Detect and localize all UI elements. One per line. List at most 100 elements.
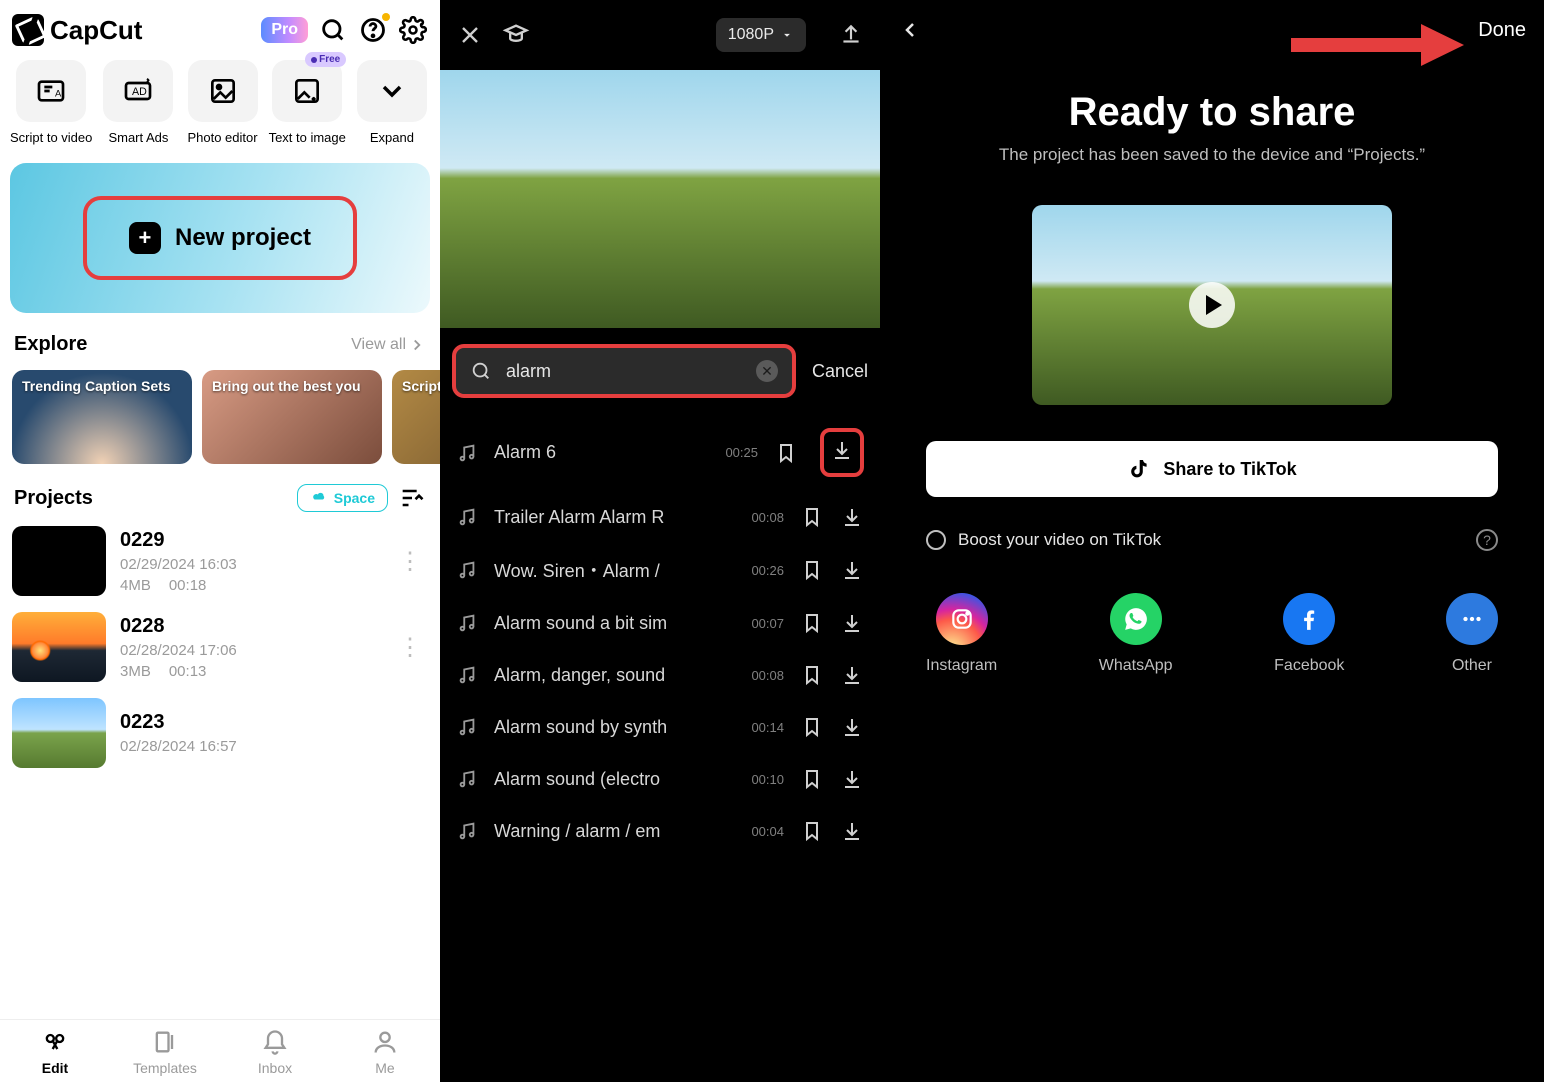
download-icon[interactable]: [840, 663, 864, 687]
explore-card[interactable]: Script: [392, 370, 440, 464]
search-icon[interactable]: [318, 15, 348, 45]
tutorial-icon[interactable]: [502, 21, 530, 49]
projects-title: Projects: [14, 487, 93, 510]
share-instagram[interactable]: Instagram: [926, 593, 997, 675]
download-icon[interactable]: [830, 438, 854, 462]
explore-row[interactable]: Trending Caption Sets Bring out the best…: [0, 362, 440, 472]
boost-toggle[interactable]: Boost your video on TikTok ?: [880, 513, 1544, 567]
capcut-logo: CapCut: [12, 14, 142, 46]
explore-card[interactable]: Trending Caption Sets: [12, 370, 192, 464]
app-name: CapCut: [50, 15, 142, 46]
share-tiktok-button[interactable]: Share to TikTok: [926, 441, 1498, 497]
resolution-button[interactable]: 1080P: [716, 18, 806, 52]
track-name: Alarm, danger, sound: [494, 665, 728, 686]
explore-card[interactable]: Bring out the best you: [202, 370, 382, 464]
tab-inbox[interactable]: Inbox: [220, 1028, 330, 1076]
bookmark-icon[interactable]: [800, 767, 824, 791]
done-button[interactable]: Done: [1478, 19, 1526, 42]
view-all-link[interactable]: View all: [351, 336, 426, 354]
sort-icon[interactable]: [398, 484, 426, 512]
project-thumb: [12, 612, 106, 682]
tool-smart-ads[interactable]: AD Smart Ads: [100, 60, 176, 145]
play-icon[interactable]: [1189, 282, 1235, 328]
download-icon[interactable]: [840, 611, 864, 635]
bookmark-icon[interactable]: [800, 505, 824, 529]
tool-expand[interactable]: Expand: [354, 60, 430, 145]
bookmark-icon[interactable]: [800, 611, 824, 635]
capcut-home-panel: CapCut Pro AI Script to video AD Smart A…: [0, 0, 440, 1082]
share-preview[interactable]: [1032, 205, 1392, 405]
close-icon[interactable]: [456, 21, 484, 49]
track-row[interactable]: Warning / alarm / em 00:04: [440, 805, 880, 857]
back-icon[interactable]: [898, 18, 922, 42]
track-duration: 00:10: [744, 772, 784, 787]
music-icon: [456, 506, 478, 528]
gear-icon[interactable]: [398, 15, 428, 45]
pro-badge[interactable]: Pro: [261, 17, 308, 43]
bookmark-icon[interactable]: [800, 558, 824, 582]
track-row[interactable]: Alarm sound a bit sim00:07: [440, 597, 880, 649]
editor-header: 1080P: [440, 0, 880, 70]
download-icon[interactable]: [840, 558, 864, 582]
bookmark-icon[interactable]: [800, 715, 824, 739]
bookmark-icon[interactable]: [800, 819, 824, 843]
tab-templates[interactable]: Templates: [110, 1028, 220, 1076]
download-icon[interactable]: [840, 505, 864, 529]
track-row[interactable]: Trailer Alarm Alarm R 00:08: [440, 491, 880, 543]
tool-strip: AI Script to video AD Smart Ads Photo ed…: [0, 54, 440, 149]
share-other[interactable]: Other: [1446, 593, 1498, 675]
ready-title: Ready to share: [880, 90, 1544, 135]
video-preview[interactable]: [440, 70, 880, 328]
bookmark-icon[interactable]: [800, 663, 824, 687]
clear-icon[interactable]: ✕: [756, 360, 778, 382]
home-header: CapCut Pro: [0, 0, 440, 54]
track-row[interactable]: Alarm sound by synth00:14: [440, 701, 880, 753]
annotation-arrow: [1286, 18, 1466, 77]
track-row[interactable]: Alarm, danger, sound 00:08: [440, 649, 880, 701]
download-icon[interactable]: [840, 715, 864, 739]
new-project-highlight: + New project: [83, 196, 357, 280]
search-input-highlight: alarm ✕: [452, 344, 796, 398]
track-name: Trailer Alarm Alarm R: [494, 507, 728, 528]
track-duration: 00:07: [744, 616, 784, 631]
project-row[interactable]: 0223 02/28/2024 16:57: [12, 690, 428, 776]
tabbar: Edit Templates Inbox Me: [0, 1019, 440, 1082]
kebab-icon[interactable]: ⋮: [392, 633, 428, 662]
track-name: Alarm sound by synth: [494, 717, 728, 738]
track-duration: 00:25: [718, 445, 758, 460]
tab-edit[interactable]: Edit: [0, 1028, 110, 1076]
bookmark-icon[interactable]: [774, 441, 798, 465]
track-row[interactable]: Alarm 600:25: [440, 414, 880, 491]
new-project-card[interactable]: + New project: [10, 163, 430, 313]
track-duration: 00:08: [744, 668, 784, 683]
search-input[interactable]: alarm: [506, 361, 742, 382]
music-icon: [456, 664, 478, 686]
space-button[interactable]: Space: [297, 484, 388, 512]
tool-text-to-image[interactable]: Free Text to image: [269, 60, 346, 145]
download-icon[interactable]: [840, 767, 864, 791]
track-name: Warning / alarm / em: [494, 821, 728, 842]
track-row[interactable]: Wow. Siren・Alarm /00:26: [440, 543, 880, 597]
share-facebook[interactable]: Facebook: [1274, 593, 1344, 675]
radio-icon[interactable]: [926, 530, 946, 550]
help-icon[interactable]: ?: [1476, 529, 1498, 551]
plus-icon: +: [129, 222, 161, 254]
help-icon[interactable]: [358, 15, 388, 45]
track-duration: 00:08: [744, 510, 784, 525]
cancel-button[interactable]: Cancel: [812, 361, 868, 382]
kebab-icon[interactable]: ⋮: [392, 547, 428, 576]
free-pill: Free: [305, 52, 346, 67]
track-row[interactable]: Alarm sound (electro00:10: [440, 753, 880, 805]
tool-script-to-video[interactable]: AI Script to video: [10, 60, 92, 145]
tool-photo-editor[interactable]: Photo editor: [184, 60, 260, 145]
share-whatsapp[interactable]: WhatsApp: [1099, 593, 1173, 675]
project-row[interactable]: 0229 02/29/2024 16:03 4MB00:18 ⋮: [12, 518, 428, 604]
tab-me[interactable]: Me: [330, 1028, 440, 1076]
download-icon[interactable]: [840, 819, 864, 843]
project-row[interactable]: 0228 02/28/2024 17:06 3MB00:13 ⋮: [12, 604, 428, 690]
svg-text:AI: AI: [55, 88, 64, 98]
capcut-logo-icon: [12, 14, 44, 46]
music-icon: [456, 716, 478, 738]
export-icon[interactable]: [838, 22, 864, 48]
track-duration: 00:04: [744, 824, 784, 839]
